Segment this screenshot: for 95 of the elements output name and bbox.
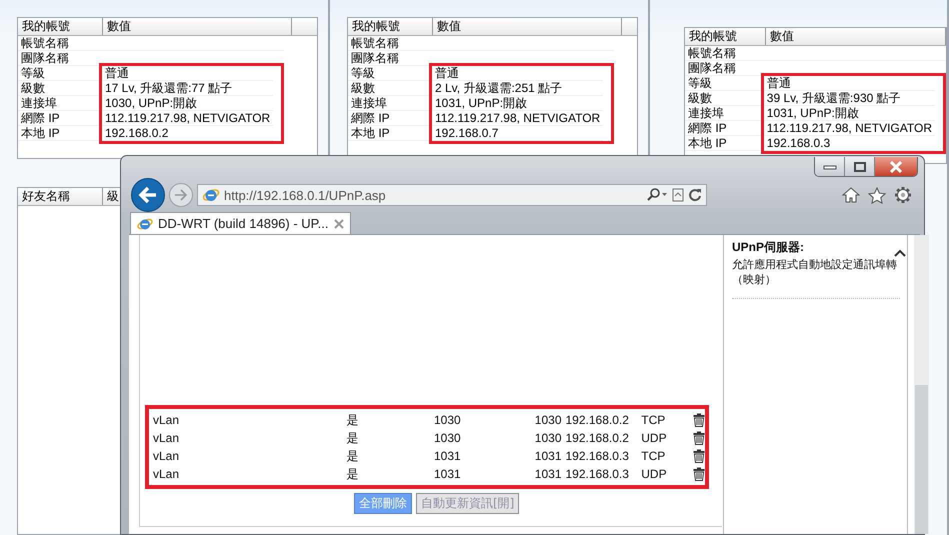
field-value: 112.119.217.98, NETVIGATOR — [766, 121, 932, 135]
table-cell-text: 1030 — [434, 431, 462, 445]
column-header[interactable]: 數值 — [766, 28, 946, 45]
table-cell-text: 是 — [346, 466, 360, 482]
browser-logo-icon — [202, 187, 220, 203]
field-label: 級數 — [348, 81, 432, 96]
delete-icon[interactable] — [693, 413, 705, 427]
help-title: UPnP伺服器: — [732, 239, 805, 256]
column-header[interactable]: 我的帳號 — [18, 18, 103, 35]
column-header[interactable]: 我的帳號 — [685, 28, 766, 45]
field-label: 網際 IP — [18, 111, 102, 126]
field-label: 網際 IP — [348, 111, 432, 126]
column-header[interactable]: 數值 — [103, 18, 292, 35]
star-icon[interactable] — [868, 186, 886, 204]
field-label: 帳號名稱 — [348, 36, 432, 51]
delete-icon[interactable] — [693, 467, 705, 481]
scroll-up-icon[interactable] — [894, 249, 906, 257]
field-value: 普通 — [105, 66, 129, 80]
field-value: 192.168.0.7 — [435, 126, 498, 140]
field-label: 級數 — [18, 81, 102, 96]
table-cell-text: 192.168.0.2 — [564, 431, 630, 445]
field-value: 192.168.0.2 — [105, 126, 168, 140]
browser-tab[interactable]: DD-WRT (build 14896) - UP... — [130, 212, 351, 234]
table-cell-text: TCP — [640, 413, 666, 427]
maximize-button[interactable] — [845, 157, 875, 176]
column-header[interactable]: 我的帳號 — [348, 18, 433, 35]
field-label: 團隊名稱 — [18, 51, 102, 66]
table-cell-text: 1031 — [434, 449, 462, 463]
field-label: 連接埠 — [685, 106, 764, 121]
back-button[interactable] — [131, 178, 165, 212]
field-label: 團隊名稱 — [685, 61, 764, 76]
table-cell-text: 1031 — [534, 467, 562, 481]
field-label: 等級 — [685, 76, 764, 91]
table-cell-text: vLan — [152, 431, 180, 445]
close-button[interactable] — [875, 157, 917, 176]
table-cell-text: 1031 — [434, 467, 462, 481]
table-cell-text: 192.168.0.3 — [564, 449, 630, 463]
search-icon[interactable] — [646, 188, 668, 202]
field-label: 網際 IP — [685, 121, 764, 136]
field-label: 帳號名稱 — [685, 46, 764, 61]
field-value: 普通 — [766, 76, 791, 90]
field-value: 1031, UPnP:開啟 — [766, 106, 859, 120]
field-value: 112.119.217.98, NETVIGATOR — [435, 111, 600, 125]
field-label: 團隊名稱 — [348, 51, 432, 66]
column-header[interactable]: 數值 — [433, 18, 622, 35]
right-arrow-icon — [174, 189, 188, 201]
field-value: 39 Lv, 升級還需:930 點子 — [766, 91, 901, 105]
table-cell-text: 192.168.0.3 — [564, 467, 630, 481]
home-icon[interactable] — [842, 187, 860, 203]
left-arrow-icon — [138, 186, 158, 204]
minimize-button[interactable] — [815, 157, 845, 176]
compatibility-icon[interactable] — [672, 188, 684, 202]
field-label: 級數 — [685, 91, 764, 106]
table-cell-text: 1030 — [534, 413, 562, 427]
column-header[interactable]: 好友名稱 — [18, 188, 103, 205]
table-cell-text: 是 — [346, 412, 360, 428]
minimize-icon — [822, 164, 836, 170]
browser-logo-icon — [137, 216, 153, 230]
address-bar[interactable]: http://192.168.0.1/UPnP.asp — [197, 184, 707, 206]
field-label: 本地 IP — [348, 126, 432, 141]
scrollbar[interactable] — [914, 235, 929, 534]
table-cell-text: 1030 — [534, 431, 562, 445]
table-cell-text: vLan — [152, 413, 180, 427]
table-cell-text: 1031 — [534, 449, 562, 463]
field-value: 112.119.217.98, NETVIGATOR — [105, 111, 270, 125]
field-label: 本地 IP — [18, 126, 102, 141]
field-value: 普通 — [435, 66, 459, 80]
settings-icon[interactable] — [894, 186, 912, 204]
field-value: 17 Lv, 升級還需:77 點子 — [105, 81, 232, 95]
table-cell-text: UDP — [640, 431, 668, 445]
field-value: 2 Lv, 升級還需:251 點子 — [435, 81, 562, 95]
help-text: 允許應用程式自動地設定通訊埠轉（映射） — [732, 258, 900, 299]
table-cell-text: 是 — [346, 448, 360, 464]
delete-icon[interactable] — [693, 449, 705, 463]
field-label: 帳號名稱 — [18, 36, 102, 51]
maximize-icon — [854, 162, 866, 172]
field-label: 連接埠 — [348, 96, 432, 111]
delete-icon[interactable] — [693, 431, 705, 445]
field-value: 192.168.0.3 — [766, 136, 830, 150]
table-cell-text: UDP — [640, 467, 668, 481]
field-value: 1031, UPnP:開啟 — [435, 96, 528, 110]
field-label: 等級 — [18, 66, 102, 81]
field-label: 本地 IP — [685, 136, 764, 151]
table-cell-text: vLan — [152, 449, 180, 463]
field-label: 連接埠 — [18, 96, 102, 111]
field-value: 1030, UPnP:開啟 — [105, 96, 198, 110]
table-cell-text: 是 — [346, 430, 360, 446]
table-cell-text: 192.168.0.2 — [564, 413, 630, 427]
close-tab-icon[interactable] — [334, 218, 344, 228]
table-cell-text: 1030 — [434, 413, 462, 427]
table-cell-text: vLan — [152, 467, 180, 481]
refresh-icon[interactable] — [688, 188, 702, 202]
table-cell-text: TCP — [640, 449, 666, 463]
field-label: 等級 — [348, 66, 432, 81]
close-icon — [889, 160, 903, 172]
